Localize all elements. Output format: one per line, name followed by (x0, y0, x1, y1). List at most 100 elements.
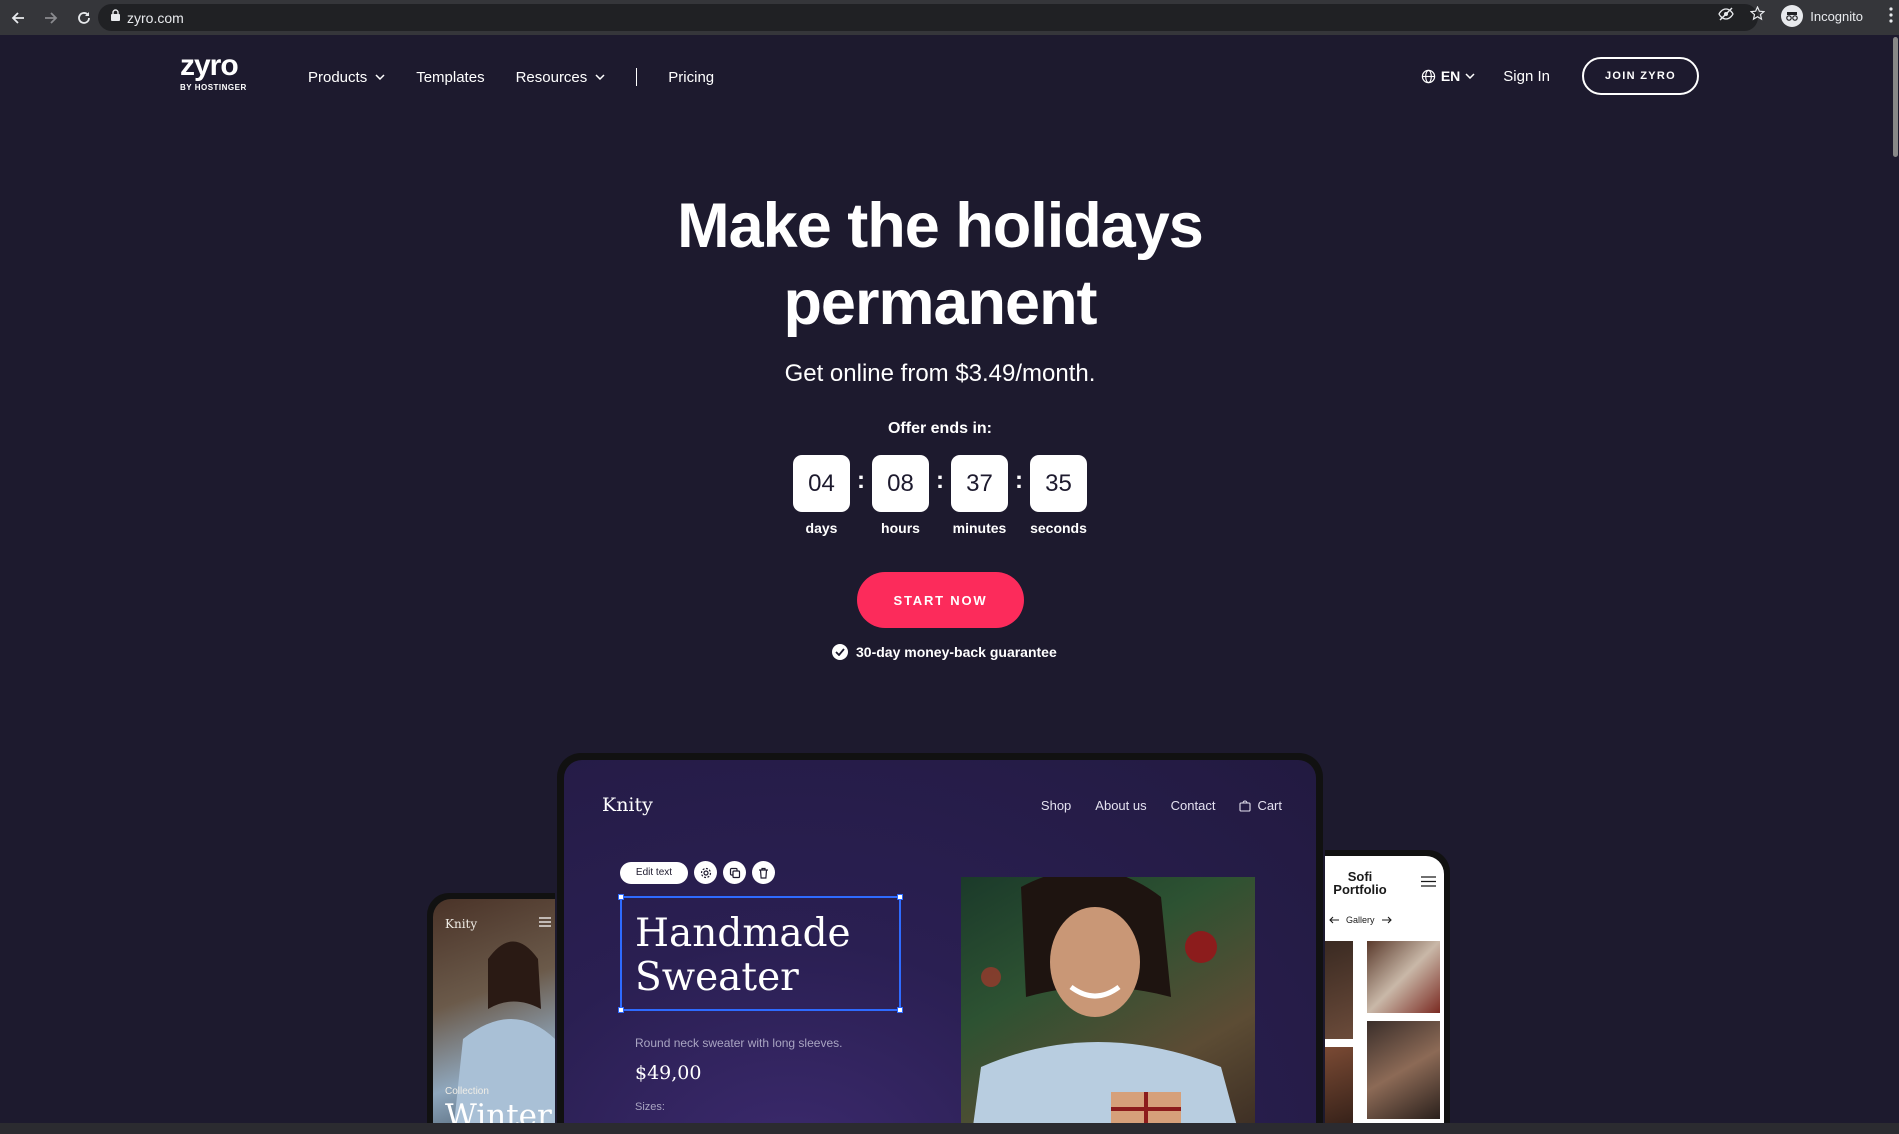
nav-pricing-label: Pricing (668, 68, 715, 86)
hero-title: Make the holidays permanent (0, 188, 1880, 342)
countdown-minutes-label: minutes (952, 520, 1007, 536)
knity-nav: Shop About us Contact Cart (1041, 798, 1282, 813)
gallery-thumbnail[interactable] (1325, 941, 1353, 1039)
gallery-nav[interactable]: Gallery (1329, 915, 1392, 925)
logo-text: zyro (180, 49, 239, 82)
knity-nav-about[interactable]: About us (1095, 798, 1146, 813)
language-label: EN (1440, 68, 1461, 84)
resize-handle[interactable] (618, 1007, 624, 1013)
countdown-days: 04 days (793, 455, 850, 536)
nav-pricing[interactable]: Pricing (668, 69, 714, 86)
sizes-label: Sizes: (635, 1101, 665, 1113)
countdown-seconds-value: 35 (1030, 455, 1087, 512)
gallery-thumbnail[interactable] (1367, 1021, 1440, 1119)
arrow-right-icon (1381, 916, 1392, 924)
countdown-days-label: days (805, 520, 838, 536)
product-title-line-1: Handmade (635, 911, 851, 956)
nav-products[interactable]: Products (308, 69, 385, 86)
settings-icon[interactable] (694, 861, 717, 884)
countdown-days-value: 04 (793, 455, 850, 512)
sign-in-link[interactable]: Sign In (1503, 68, 1550, 85)
nav-templates[interactable]: Templates (416, 69, 484, 86)
arrow-left-icon (1329, 916, 1339, 924)
page-scrollbar[interactable] (1891, 35, 1899, 1123)
countdown-separator: : (857, 467, 865, 494)
gallery-label: Gallery (1346, 915, 1375, 925)
hero-title-line-2: permanent (783, 268, 1097, 338)
phone-left-collection: Collection (445, 1086, 489, 1097)
phone-right-screen: Sofi Portfolio Gallery (1325, 856, 1444, 1134)
cart-icon (1239, 799, 1251, 812)
countdown-separator: : (1015, 467, 1023, 494)
logo-subtext: BY HOSTINGER (180, 83, 247, 92)
nav-products-label: Products (308, 68, 368, 86)
zyro-logo[interactable]: zyro BY HOSTINGER (180, 49, 247, 93)
laptop-screen: Knity Shop About us Contact Cart Edit te… (564, 760, 1316, 1134)
resize-handle[interactable] (618, 894, 624, 900)
phone-mockup-right: Sofi Portfolio Gallery (1325, 850, 1450, 1134)
product-title: Handmade Sweater (635, 912, 851, 1000)
forward-icon[interactable] (36, 3, 66, 33)
edit-text-button[interactable]: Edit text (620, 861, 688, 884)
lock-icon (110, 8, 121, 27)
product-photo (961, 877, 1255, 1134)
nav-templates-label: Templates (416, 68, 485, 86)
knity-nav-cart[interactable]: Cart (1239, 798, 1282, 813)
phone-left-screen: Knity Collection Winter (433, 899, 555, 1134)
hero-title-line-1: Make the holidays (677, 191, 1204, 261)
gallery-thumbnail[interactable] (1325, 1047, 1353, 1134)
browser-menu-icon[interactable] (1889, 7, 1893, 28)
countdown-timer: 04 days : 08 hours : 37 minutes : 35 sec… (793, 455, 1087, 536)
scrollbar-thumb[interactable] (1893, 37, 1898, 157)
nav-divider (636, 68, 638, 86)
resize-handle[interactable] (897, 1007, 903, 1013)
globe-icon (1421, 69, 1436, 83)
page-root: zyro.com Incognito zyro BY HOSTINGER Pro… (0, 0, 1899, 1134)
countdown-seconds-label: seconds (1030, 520, 1087, 536)
resize-handle[interactable] (897, 894, 903, 900)
chevron-down-icon (595, 74, 605, 80)
site-header: zyro BY HOSTINGER Products Templates Res… (0, 35, 1899, 115)
countdown-seconds: 35 seconds (1030, 455, 1087, 536)
trash-icon[interactable] (752, 861, 775, 884)
duplicate-icon[interactable] (723, 861, 746, 884)
reload-icon[interactable] (69, 3, 99, 33)
edit-toolbar: Edit text (620, 861, 775, 884)
product-price: $49,00 (635, 1062, 702, 1084)
countdown-separator: : (936, 467, 944, 494)
portfolio-title-line-2: Portfolio (1333, 882, 1387, 897)
incognito-label: Incognito (1810, 8, 1863, 24)
main-nav: Products Templates Resources Pricing (308, 68, 745, 86)
back-icon[interactable] (3, 3, 33, 33)
start-now-button[interactable]: START NOW (857, 572, 1024, 628)
language-selector[interactable]: EN (1421, 68, 1475, 84)
incognito-icon (1781, 5, 1804, 27)
countdown-hours-value: 08 (872, 455, 929, 512)
url-text: zyro.com (127, 9, 184, 26)
knity-nav-cart-label: Cart (1257, 798, 1282, 813)
address-bar[interactable]: zyro.com (98, 4, 1758, 31)
money-back-guarantee: 30-day money-back guarantee (832, 644, 1057, 660)
countdown-hours-label: hours (881, 520, 920, 536)
product-title-line-2: Sweater (635, 955, 799, 1000)
laptop-mockup: Knity Shop About us Contact Cart Edit te… (557, 753, 1323, 1134)
chevron-down-icon (1465, 73, 1475, 79)
os-taskbar (0, 1123, 1899, 1134)
countdown-minutes-value: 37 (951, 455, 1008, 512)
join-button[interactable]: JOIN ZYRO (1582, 57, 1699, 95)
knity-brand: Knity (602, 794, 653, 816)
chevron-down-icon (375, 74, 385, 80)
star-icon[interactable] (1749, 5, 1766, 26)
nav-resources-label: Resources (515, 68, 588, 86)
knity-nav-contact[interactable]: Contact (1171, 798, 1216, 813)
incognito-badge[interactable]: Incognito (1781, 5, 1863, 27)
eye-off-icon[interactable] (1718, 7, 1734, 26)
header-actions: EN Sign In JOIN ZYRO (1421, 57, 1699, 95)
gallery-thumbnail[interactable] (1367, 941, 1440, 1013)
countdown-minutes: 37 minutes (951, 455, 1008, 536)
countdown-hours: 08 hours (872, 455, 929, 536)
nav-resources[interactable]: Resources (516, 69, 606, 86)
offer-label: Offer ends in: (887, 420, 992, 437)
knity-nav-shop[interactable]: Shop (1041, 798, 1071, 813)
check-circle-icon (832, 644, 848, 660)
